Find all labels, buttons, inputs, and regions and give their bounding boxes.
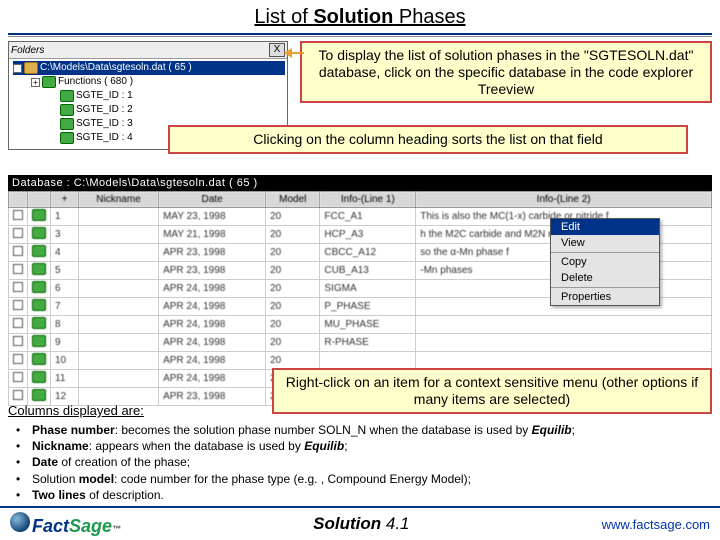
tree-label: Functions ( 680 )	[58, 75, 133, 89]
tree-item[interactable]: SGTE_ID : 1	[13, 89, 285, 103]
context-menu[interactable]: EditView CopyDelete Properties	[550, 218, 660, 306]
globe-icon	[10, 512, 30, 532]
tree-node-functions[interactable]: + Functions ( 680 )	[13, 75, 285, 89]
menu-item[interactable]: Edit	[551, 219, 659, 235]
tree-label: SGTE_ID : 2	[76, 103, 133, 117]
tree-root[interactable]: - C:\Models\Data\sgtesoln.dat ( 65 )	[13, 61, 285, 75]
list-item: Solution model: code number for the phas…	[16, 471, 712, 487]
list-item: Two lines of description.	[16, 487, 712, 503]
folder-icon	[24, 62, 38, 74]
collapse-icon[interactable]: -	[13, 64, 22, 73]
phase-icon	[32, 245, 46, 257]
divider	[8, 33, 712, 35]
tree-label: SGTE_ID : 3	[76, 117, 133, 131]
tree-item[interactable]: SGTE_ID : 2	[13, 103, 285, 117]
phase-icon	[32, 209, 46, 221]
folder-icon	[60, 104, 74, 116]
callout-note: To display the list of solution phases i…	[300, 41, 712, 103]
list-item: Phase number: becomes the solution phase…	[16, 422, 712, 438]
footer: FactSage™ Solution 4.1 www.factsage.com	[0, 506, 720, 540]
phase-icon	[32, 317, 46, 329]
page-title: List of Solution Phases	[0, 0, 720, 33]
close-icon[interactable]: X	[269, 43, 285, 57]
logo: FactSage™	[10, 512, 121, 537]
footer-title: Solution 4.1	[121, 514, 602, 534]
table-row[interactable]: 10APR 24, 199820	[9, 352, 712, 370]
phase-icon	[32, 353, 46, 365]
checkbox[interactable]	[13, 318, 23, 328]
callout-note: Right-click on an item for a context sen…	[272, 368, 712, 414]
phase-icon	[32, 227, 46, 239]
checkbox[interactable]	[13, 264, 23, 274]
tree-label: SGTE_ID : 1	[76, 89, 133, 103]
phase-icon	[32, 371, 46, 383]
footer-url[interactable]: www.factsage.com	[602, 517, 710, 532]
checkbox[interactable]	[13, 372, 23, 382]
list-item: Nickname: appears when the database is u…	[16, 438, 712, 454]
checkbox[interactable]	[13, 390, 23, 400]
folder-icon	[60, 118, 74, 130]
menu-item[interactable]: View	[551, 235, 659, 251]
column-header[interactable]: Info-(Line 2)	[416, 192, 712, 208]
phase-icon	[32, 263, 46, 275]
checkbox[interactable]	[13, 282, 23, 292]
divider	[8, 36, 712, 37]
checkbox[interactable]	[13, 300, 23, 310]
database-title: Database : C:\Models\Data\sgtesoln.dat (…	[8, 175, 712, 191]
column-header[interactable]: Date	[159, 192, 266, 208]
column-header[interactable]	[28, 192, 51, 208]
checkbox[interactable]	[13, 354, 23, 364]
phase-icon	[32, 389, 46, 401]
column-header[interactable]: +	[51, 192, 79, 208]
table-row[interactable]: 8APR 24, 199820MU_PHASE	[9, 316, 712, 334]
column-header[interactable]	[9, 192, 28, 208]
menu-item[interactable]: Properties	[551, 289, 659, 305]
folders-title: Folders	[11, 45, 269, 56]
folder-icon	[60, 90, 74, 102]
list-item: Date of creation of the phase;	[16, 454, 712, 470]
folder-icon	[60, 132, 74, 144]
columns-description: Columns displayed are: Phase number: bec…	[8, 403, 712, 503]
checkbox[interactable]	[13, 210, 23, 220]
checkbox[interactable]	[13, 336, 23, 346]
column-header[interactable]: Nickname	[79, 192, 159, 208]
callout-note: Clicking on the column heading sorts the…	[168, 125, 688, 154]
folder-icon	[42, 76, 56, 88]
menu-item[interactable]: Delete	[551, 270, 659, 286]
checkbox[interactable]	[13, 228, 23, 238]
column-header[interactable]: Info-(Line 1)	[320, 192, 416, 208]
tree-label: C:\Models\Data\sgtesoln.dat ( 65 )	[40, 61, 192, 75]
table-header-row[interactable]: +NicknameDateModelInfo-(Line 1)Info-(Lin…	[9, 192, 712, 208]
phase-icon	[32, 299, 46, 311]
column-header[interactable]: Model	[266, 192, 320, 208]
phase-icon	[32, 335, 46, 347]
expand-icon[interactable]: +	[31, 78, 40, 87]
table-row[interactable]: 9APR 24, 199820R-PHASE	[9, 334, 712, 352]
tree-label: SGTE_ID : 4	[76, 131, 133, 145]
phase-icon	[32, 281, 46, 293]
menu-item[interactable]: Copy	[551, 254, 659, 270]
checkbox[interactable]	[13, 246, 23, 256]
